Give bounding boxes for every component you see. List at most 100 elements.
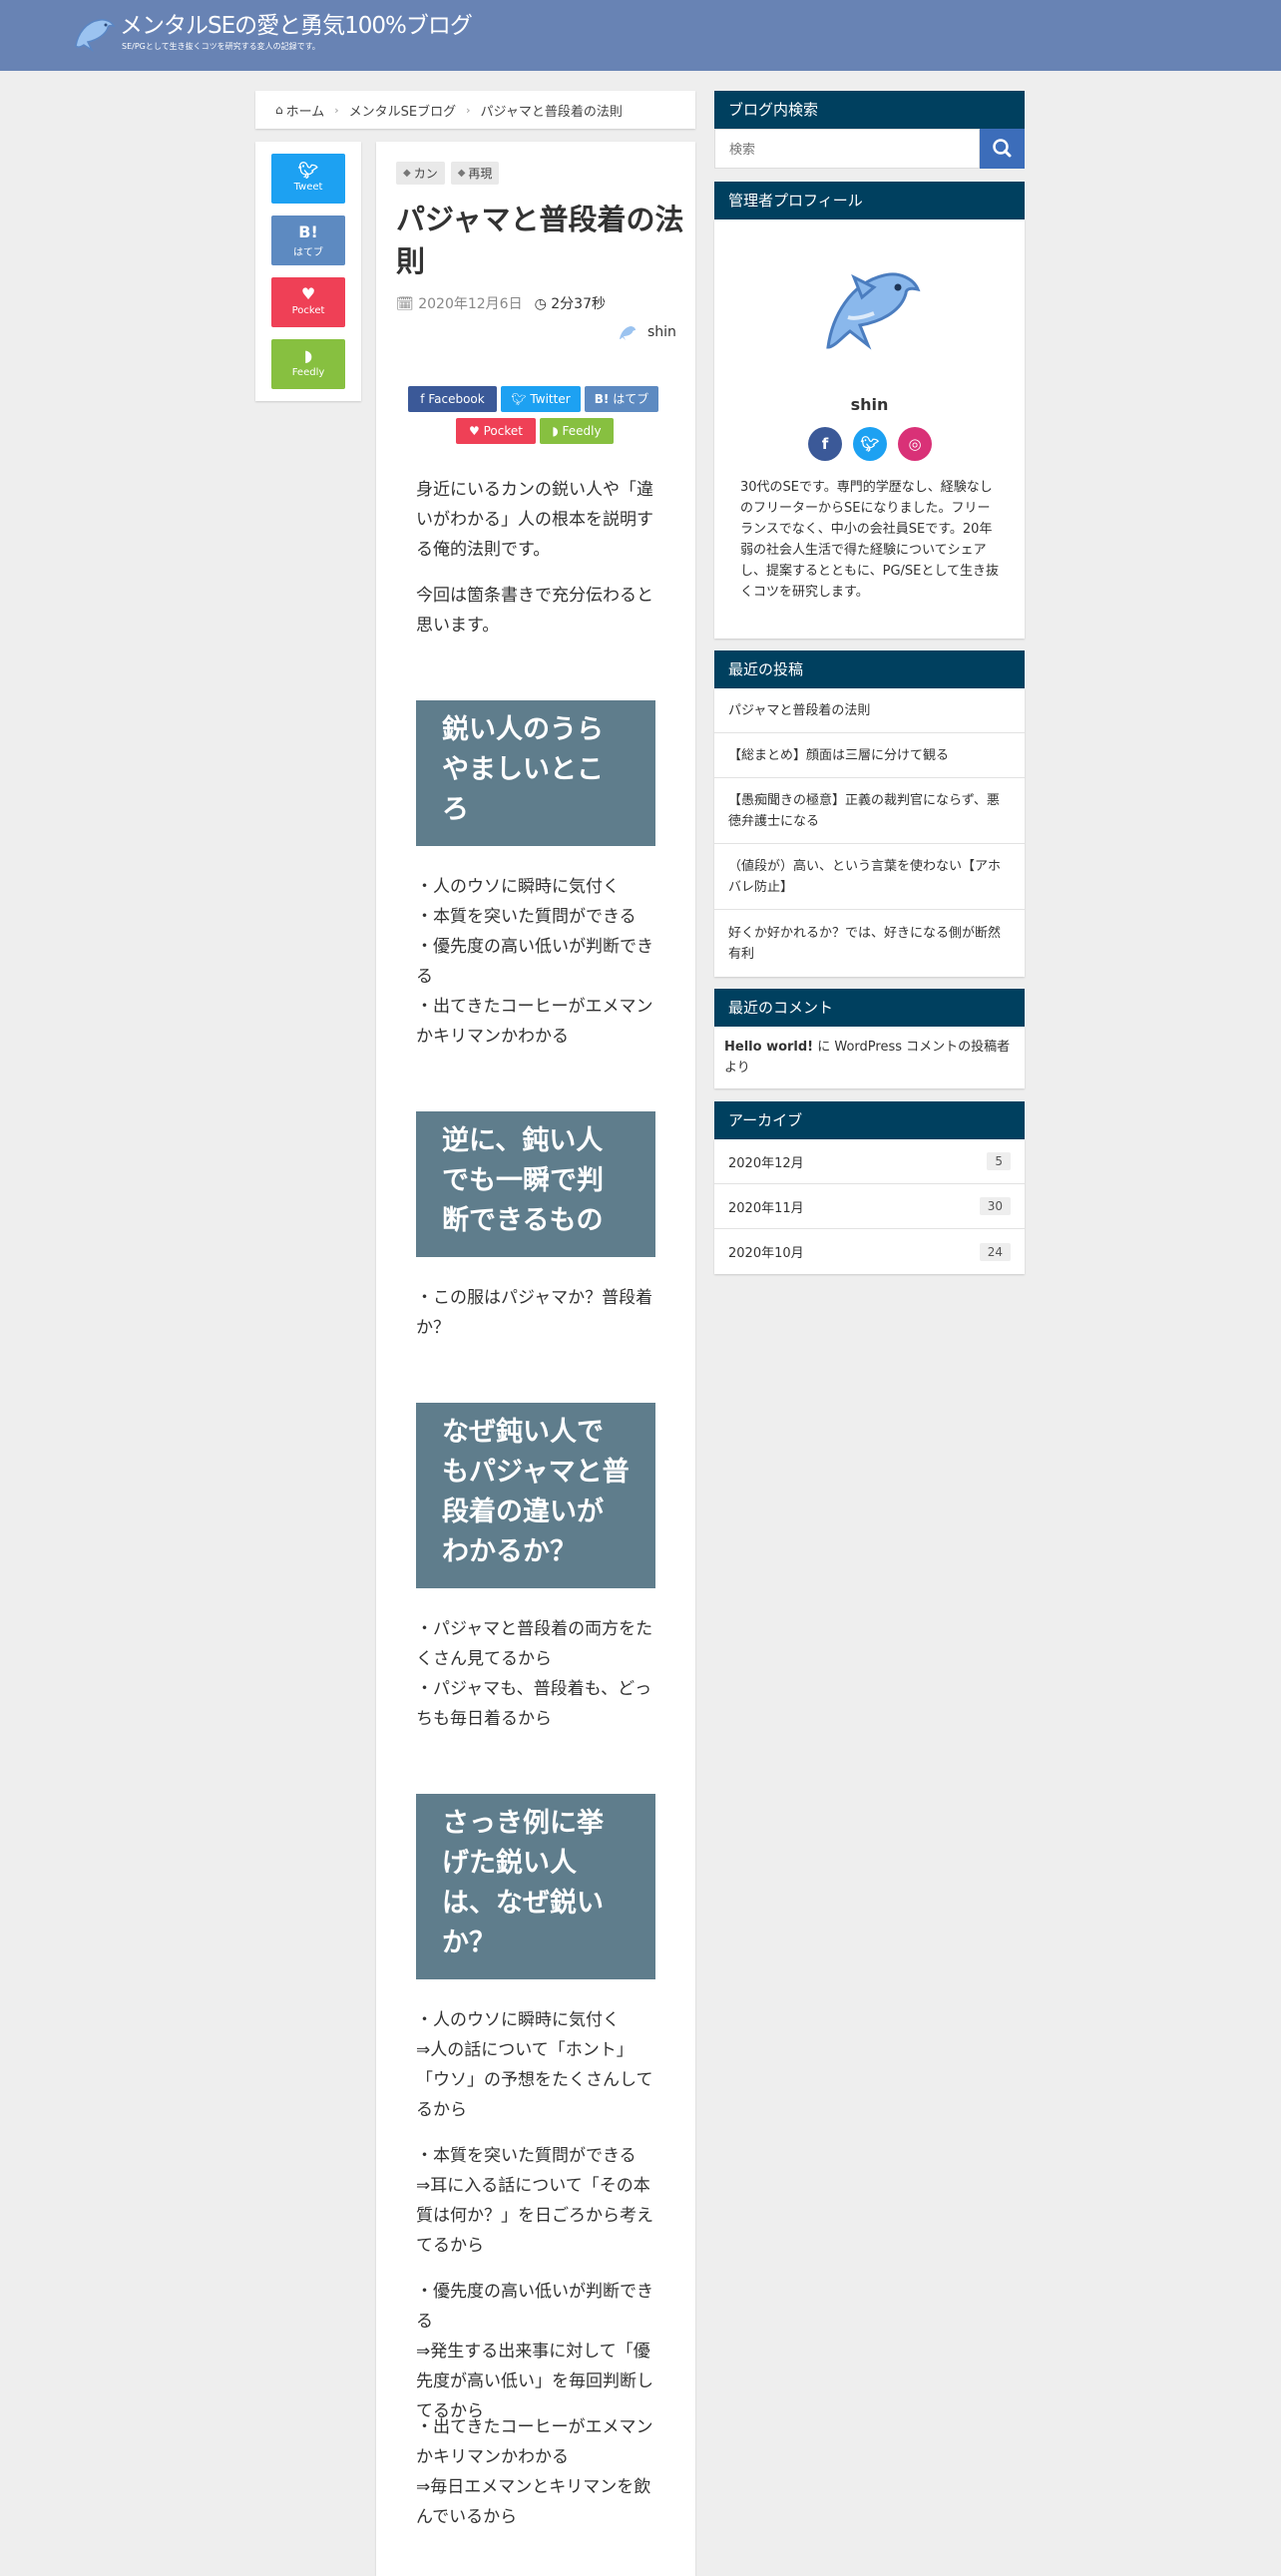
breadcrumb-category[interactable]: メンタルSEブログ bbox=[349, 101, 456, 120]
facebook-label: Facebook bbox=[428, 392, 485, 406]
twitter-share-button[interactable]: 🐦︎ Twitter bbox=[501, 386, 581, 412]
search-button[interactable] bbox=[980, 129, 1025, 169]
twitter-icon: 🐦︎ bbox=[511, 392, 527, 406]
archive-count: 24 bbox=[979, 1242, 1011, 1261]
hatena-label: はてブ bbox=[613, 392, 649, 406]
recent-post-item[interactable]: 【愚痴聞きの極意】正義の裁判官にならず、悪徳弁護士になる bbox=[714, 778, 1025, 844]
read-time: ◷ 2分37秒 bbox=[535, 293, 606, 313]
facebook-share-button[interactable]: f Facebook bbox=[408, 386, 497, 412]
read-time-value: 2分37秒 bbox=[551, 296, 606, 312]
section-heading: 逆に、鈍い人でも一瞬で判断できるもの bbox=[416, 1111, 655, 1257]
feedly-icon: ◗ bbox=[552, 424, 559, 438]
breadcrumb-home[interactable]: ホーム bbox=[286, 101, 325, 120]
comment-suffix: より bbox=[724, 1061, 750, 1075]
recent-posts-title: 最近の投稿 bbox=[714, 650, 1025, 688]
recent-post-item[interactable]: （値段が）高い、という言葉を使わない【アホバレ防止】 bbox=[714, 844, 1025, 910]
recent-post-item[interactable]: パジャマと普段着の法則 bbox=[714, 688, 1025, 733]
hatena-share-button[interactable]: B! はてブ bbox=[585, 386, 658, 412]
chevron-right-icon: › bbox=[334, 103, 339, 117]
search-icon bbox=[993, 139, 1012, 158]
breadcrumb: ⌂ ホーム › メンタルSEブログ › パジャマと普段着の法則 bbox=[255, 91, 695, 129]
tag-label: カン bbox=[413, 167, 438, 181]
section-paragraph: ・出てきたコーヒーがエメマンかキリマンかわかる ⇒毎日エメマンとキリマンを飲んで… bbox=[416, 2417, 653, 2527]
home-icon: ⌂ bbox=[275, 103, 283, 117]
feedly-button[interactable]: ◗ Feedly bbox=[271, 339, 345, 389]
site-logo[interactable]: メンタルSEの愛と勇気100%ブログ SE/PGとして生き抜くコツを研究する変人… bbox=[70, 12, 473, 54]
share-sidebar: 🐦︎ Tweet B! はてブ ♥ Pocket ◗ Feedly bbox=[255, 142, 361, 401]
tag-list: ◆ カン ◆ 再現 bbox=[396, 162, 500, 185]
feedly-share-button[interactable]: ◗ Feedly bbox=[540, 418, 614, 444]
pocket-share-button[interactable]: ♥ Pocket bbox=[456, 418, 536, 444]
section-heading: なぜ鈍い人でもパジャマと普段着の違いがわかるか？ bbox=[416, 1403, 655, 1588]
section-paragraph: ・優先度の高い低いが判断できる ⇒発生する出来事に対して「優先度が高い低い」を毎… bbox=[416, 2282, 653, 2421]
recent-comment-item: Hello world! に WordPress コメントの投稿者 より bbox=[714, 1027, 1025, 1088]
section-list: ・この服はパジャマか？普段着か？ bbox=[416, 1288, 653, 1338]
hatena-icon: B! bbox=[594, 392, 610, 406]
twitter-icon: 🐦︎ bbox=[297, 161, 319, 180]
profile-description: 30代のSEです。専門的学歴なし、経験なしのフリーターからSEになりました。フリ… bbox=[740, 480, 999, 600]
twitter-icon[interactable]: 🐦︎ bbox=[853, 427, 887, 461]
comment-post-link[interactable]: Hello world! bbox=[724, 1040, 813, 1055]
instagram-icon[interactable]: ◎ bbox=[898, 427, 932, 461]
article: ◆ カン ◆ 再現 パジャマと普段着の法則 🗓︎ 2020年12月6日 ◷ 2分37… bbox=[376, 142, 695, 2576]
section-paragraph: ・人のウソに瞬時に気付く ⇒人の話について「ホント」「ウソ」の予想をたくさんして… bbox=[416, 2010, 653, 2120]
archive-item[interactable]: 2020年12月 5 bbox=[714, 1139, 1025, 1184]
archive-count: 5 bbox=[987, 1152, 1011, 1170]
search-input[interactable] bbox=[714, 129, 980, 169]
pocket-icon: ♥ bbox=[469, 424, 480, 438]
feedly-label: Feedly bbox=[562, 424, 602, 438]
hatena-button[interactable]: B! はてブ bbox=[271, 215, 345, 265]
archive-count: 30 bbox=[979, 1197, 1011, 1215]
tag-label: 再現 bbox=[468, 167, 493, 181]
author[interactable]: shin bbox=[616, 321, 676, 343]
tag[interactable]: ◆ カン bbox=[396, 162, 445, 185]
hatena-icon: B! bbox=[298, 222, 318, 241]
site-subtitle: SE/PGとして生き抜くコツを研究する変人の記録です。 bbox=[122, 42, 320, 51]
pocket-button[interactable]: ♥ Pocket bbox=[271, 277, 345, 327]
recent-post-link[interactable]: 好くか好かれるか？では、好きになる側が断然有利 bbox=[728, 923, 1011, 965]
profile-name: shin bbox=[850, 395, 889, 414]
comment-connector: に bbox=[813, 1040, 835, 1055]
archive-month[interactable]: 2020年10月 bbox=[728, 1242, 804, 1261]
comment-author[interactable]: WordPress コメントの投稿者 bbox=[834, 1040, 1010, 1055]
recent-post-item[interactable]: 好くか好かれるか？では、好きになる側が断然有利 bbox=[714, 910, 1025, 977]
recent-post-link[interactable]: 【総まとめ】顔面は三層に分けて観る bbox=[728, 745, 949, 766]
breadcrumb-current: パジャマと普段着の法則 bbox=[480, 104, 623, 120]
site-header: メンタルSEの愛と勇気100%ブログ SE/PGとして生き抜くコツを研究する変人… bbox=[0, 0, 1281, 71]
hatena-label: はてブ bbox=[293, 247, 323, 258]
avatar bbox=[620, 326, 636, 340]
recent-post-link[interactable]: （値段が）高い、という言葉を使わない【アホバレ防止】 bbox=[728, 856, 1011, 898]
intro-paragraph: 今回は箇条書きで充分伝わると思います。 bbox=[416, 586, 653, 636]
article-title: パジャマと普段着の法則 bbox=[396, 203, 684, 278]
pocket-label: Pocket bbox=[291, 305, 325, 316]
section-heading: さっき例に挙げた鋭い人は、なぜ鋭いか？ bbox=[416, 1794, 655, 1979]
post-date: 🗓︎ 2020年12月6日 bbox=[396, 296, 523, 312]
section-list: ・パジャマと普段着の両方をたくさん見てるから ・パジャマも、普段着も、どっちも毎… bbox=[416, 1619, 653, 1729]
dolphin-avatar-icon bbox=[826, 272, 921, 350]
recent-post-link[interactable]: 【愚痴聞きの極意】正義の裁判官にならず、悪徳弁護士になる bbox=[728, 790, 1011, 832]
post-date-value: 2020年12月6日 bbox=[418, 296, 523, 312]
tweet-button[interactable]: 🐦︎ Tweet bbox=[271, 154, 345, 204]
archive-item[interactable]: 2020年11月 30 bbox=[714, 1184, 1025, 1229]
tag-icon: ◆ bbox=[457, 168, 466, 179]
facebook-icon: f bbox=[420, 392, 425, 406]
feedly-label: Feedly bbox=[291, 367, 325, 378]
archive-month[interactable]: 2020年11月 bbox=[728, 1197, 804, 1216]
tag-icon: ◆ bbox=[403, 168, 411, 179]
chevron-right-icon: › bbox=[466, 103, 471, 117]
recent-comments-title: 最近のコメント bbox=[714, 989, 1025, 1027]
recent-post-item[interactable]: 【総まとめ】顔面は三層に分けて観る bbox=[714, 733, 1025, 778]
profile-widget-title: 管理者プロフィール bbox=[714, 182, 1025, 219]
site-title: メンタルSEの愛と勇気100%ブログ bbox=[120, 13, 473, 39]
facebook-icon[interactable]: f bbox=[808, 427, 842, 461]
archive-item[interactable]: 2020年10月 24 bbox=[714, 1229, 1025, 1274]
intro-paragraph: 身近にいるカンの鋭い人や「違いがわかる」人の根本を説明する俺的法則です。 bbox=[416, 480, 653, 560]
dolphin-logo-icon bbox=[75, 19, 116, 53]
tag[interactable]: ◆ 再現 bbox=[450, 162, 500, 185]
twitter-label: Twitter bbox=[530, 392, 571, 406]
tweet-label: Tweet bbox=[293, 182, 323, 193]
section-list: ・人のウソに瞬時に気付く ・本質を突いた質問ができる ・優先度の高い低いが判断で… bbox=[416, 877, 653, 1047]
author-name: shin bbox=[647, 324, 676, 340]
recent-post-link[interactable]: パジャマと普段着の法則 bbox=[728, 700, 870, 721]
archive-month[interactable]: 2020年12月 bbox=[728, 1152, 804, 1171]
